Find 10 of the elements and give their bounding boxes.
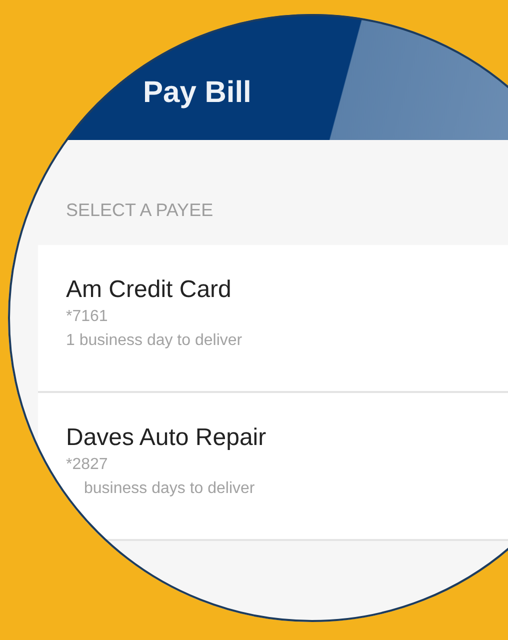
payee-name: Am Credit Card — [66, 275, 232, 305]
delivery-time: 1 business day to deliver — [66, 331, 242, 351]
payee-row[interactable]: Daves Auto Repair *2827 business days to deliver — [38, 393, 508, 541]
payee-row[interactable]: Am Credit Card *7161 1 business day to deliver — [38, 245, 508, 393]
delivery-time: business days to deliver — [83, 479, 255, 499]
account-number: *7161 — [66, 307, 108, 327]
account-number: *2827 — [66, 455, 108, 475]
section-label: SELECT A PAYEE — [66, 200, 214, 220]
payee-name: Daves Auto Repair — [66, 423, 266, 453]
screen-title: Pay Bill — [143, 76, 252, 110]
